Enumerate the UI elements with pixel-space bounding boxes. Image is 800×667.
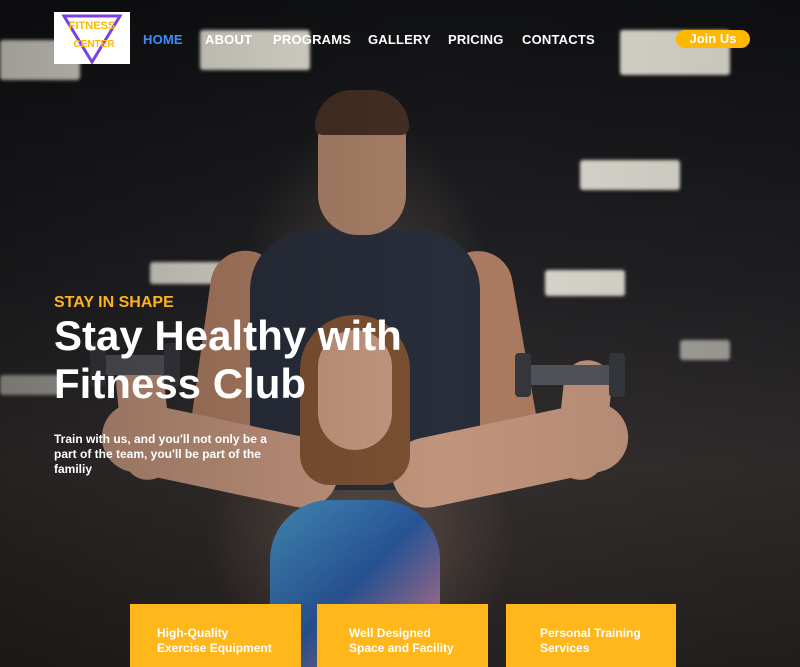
join-us-button[interactable]: Join Us (676, 30, 750, 48)
feature-card-equipment[interactable]: High-Quality Exercise Equipment (130, 604, 301, 667)
logo-triangle-icon: FITNESS CENTER (61, 14, 123, 64)
feature-card-facility[interactable]: Well Designed Space and Facility (317, 604, 488, 667)
nav-programs[interactable]: PROGRAMS (273, 32, 351, 47)
nav-pricing[interactable]: PRICING (448, 32, 504, 47)
hero-subtext-line1: Train with us, and you'll not only be a (54, 432, 267, 446)
hero-headline: Stay Healthy with Fitness Club (54, 312, 474, 408)
feature-card-line2: Services (540, 641, 590, 655)
logo-text-line2: CENTER (73, 39, 115, 50)
feature-card-line2: Space and Facility (349, 641, 454, 655)
logo-text-line1: FITNESS (69, 20, 115, 32)
nav-home[interactable]: HOME (143, 32, 183, 47)
hero-headline-line1: Stay Healthy with (54, 312, 402, 359)
hero-subtext-line3: familiy (54, 462, 93, 476)
hero-headline-line2: Fitness Club (54, 360, 307, 407)
feature-card-line1: Well Designed (349, 626, 431, 640)
hero-subtext: Train with us, and you'll not only be a … (54, 432, 284, 477)
feature-card-line1: High-Quality (157, 626, 229, 640)
nav-contacts[interactable]: CONTACTS (522, 32, 595, 47)
feature-card-line1: Personal Training (540, 626, 641, 640)
nav-about[interactable]: ABOUT (205, 32, 252, 47)
hero-subtext-line2: part of the team, you'll be part of the (54, 447, 261, 461)
nav-gallery[interactable]: GALLERY (368, 32, 431, 47)
feature-card-line2: Exercise Equipment (157, 641, 272, 655)
fitness-center-logo[interactable]: FITNESS CENTER (54, 12, 130, 64)
feature-card-training[interactable]: Personal Training Services (506, 604, 676, 667)
hero-eyebrow: STAY IN SHAPE (54, 294, 174, 311)
